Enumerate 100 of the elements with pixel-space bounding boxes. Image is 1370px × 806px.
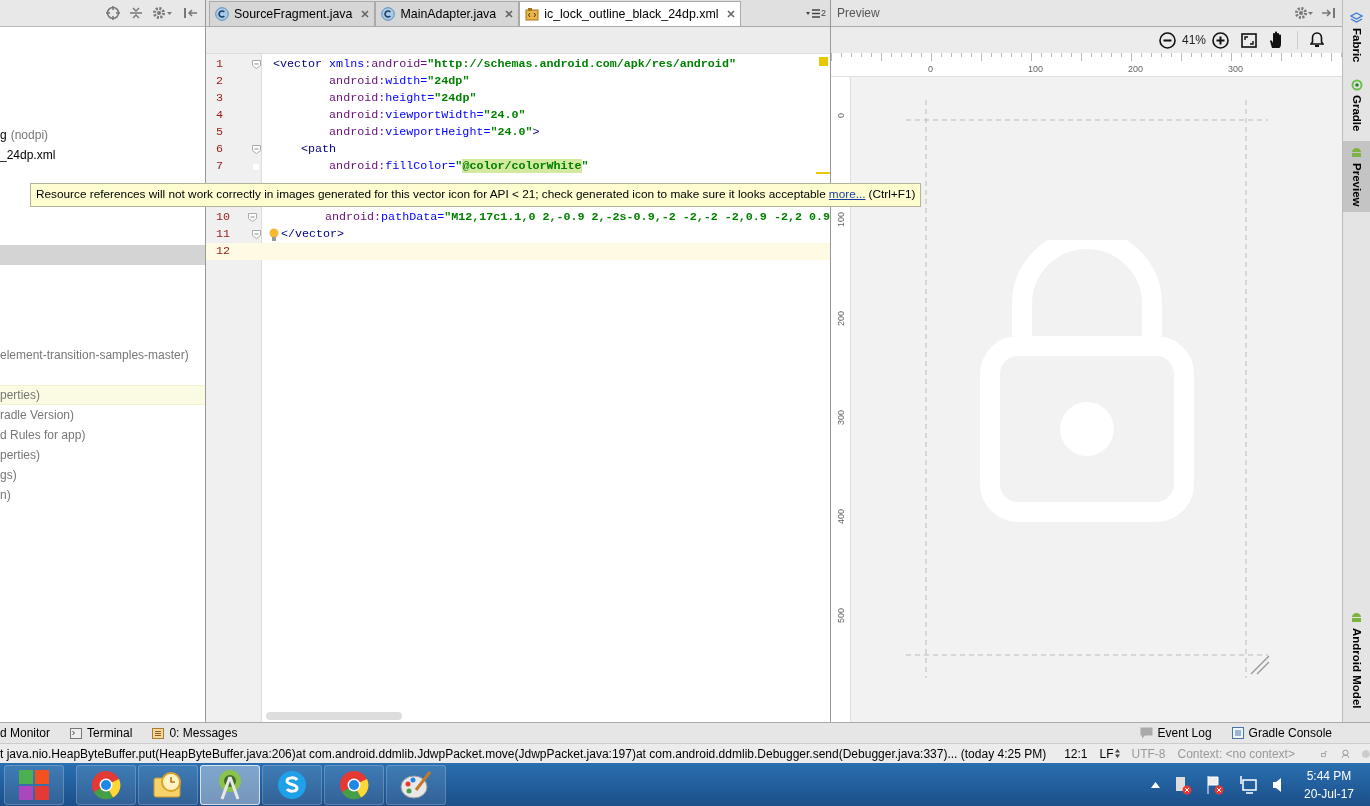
- ruler-label: 0: [835, 113, 847, 118]
- envelope-clock-icon: [152, 769, 184, 800]
- network-icon[interactable]: [1237, 775, 1258, 794]
- fit-screen-icon[interactable]: [1241, 32, 1257, 48]
- status-message: t java.nio.HeapByteBuffer.put(HeapByteBuffer.java:206)at com.android.ddmlib.JdwpPacket.move(JdwpPacket.java:197)at com.android.ddmlib.Debugger.send(Debugger.java:337)... (today 4:25 PM): [0, 745, 1047, 763]
- tab-list-button[interactable]: 2: [806, 1, 830, 26]
- collapse-icon[interactable]: [129, 6, 143, 20]
- ruler-label: 300: [1228, 63, 1244, 76]
- taskbar-button[interactable]: [138, 764, 198, 805]
- tree-row[interactable]: _24dp.xml: [0, 145, 205, 165]
- close-icon[interactable]: [727, 10, 736, 18]
- messages-icon: [152, 727, 165, 739]
- taskbar-button[interactable]: [262, 764, 322, 805]
- code-line: android:pathData="M12,17c1.1,0 2,-0.9 2,-2s-0.9,-2 -2,-2 -2,0.9 -2,2 0.9: [324, 208, 830, 226]
- settings-icon[interactable]: [152, 6, 174, 20]
- side-tab[interactable]: Gradle: [1343, 72, 1370, 137]
- tree-item-detail: d Rules for app): [0, 427, 86, 444]
- bell-icon[interactable]: [1310, 32, 1324, 48]
- taskbar-button[interactable]: [200, 764, 260, 805]
- tree-item[interactable]: g: [0, 126, 7, 144]
- padlock-icon[interactable]: [1320, 748, 1328, 759]
- clock[interactable]: 5:44 PM 20-Jul-17: [1297, 766, 1370, 803]
- zoom-in-icon[interactable]: [1212, 31, 1229, 49]
- scrollbar-thumb[interactable]: [266, 712, 402, 720]
- fold-icon[interactable]: [251, 230, 261, 239]
- ruler-label: 200: [835, 311, 847, 327]
- settings-icon[interactable]: [1294, 6, 1314, 20]
- windows-logo-icon: [18, 768, 50, 801]
- speaker-icon[interactable]: [1271, 776, 1284, 793]
- ruler-label: 400: [835, 509, 847, 525]
- android-icon: [1351, 611, 1362, 624]
- tree-item-detail: perties): [0, 387, 40, 404]
- updown-icon: [1114, 749, 1120, 758]
- editor-tab[interactable]: SourceFragment.java: [209, 1, 376, 26]
- hide-icon[interactable]: [183, 7, 197, 19]
- device-error-icon[interactable]: [1173, 774, 1192, 795]
- resize-handle-icon[interactable]: [1249, 654, 1271, 676]
- tree-row[interactable]: d Rules for app): [0, 425, 205, 445]
- tree-item[interactable]: _24dp.xml: [0, 146, 56, 164]
- fold-icon[interactable]: [248, 213, 258, 222]
- tree-row[interactable]: n): [0, 485, 205, 505]
- ring-icon: [1350, 78, 1363, 91]
- terminal-icon: [70, 727, 83, 739]
- tooltip-text: Resource references will not work correctly in images generated for this vector icon for API < 21; check generated icon to make sure it looks acceptable: [36, 186, 826, 204]
- side-tab[interactable]: Preview: [1343, 140, 1370, 213]
- browser-icon: [91, 769, 121, 800]
- tree-item-detail: perties): [0, 447, 40, 464]
- class-icon: [215, 7, 229, 21]
- more-link[interactable]: more...: [828, 186, 866, 204]
- panel-title: Preview: [837, 5, 880, 22]
- code-line: android:viewportWidth="24.0": [328, 106, 526, 124]
- line-number: 3: [215, 89, 224, 107]
- file-icon: [525, 7, 540, 21]
- zoom-out-icon[interactable]: [1158, 31, 1176, 49]
- tree-row[interactable]: g (nodpi): [0, 125, 205, 145]
- line-number: 10: [215, 208, 232, 226]
- tool-window-tab[interactable]: Event Log: [1131, 723, 1220, 743]
- tool-window-tab[interactable]: 0: Messages: [144, 723, 246, 743]
- code-line: android:fillColor="@color/colorWhite": [328, 157, 589, 175]
- caret-up-icon[interactable]: [1150, 781, 1160, 788]
- line-number: 4: [215, 106, 224, 124]
- side-tab[interactable]: Android Model: [1343, 605, 1370, 714]
- fold-icon[interactable]: [251, 145, 261, 154]
- caret-position[interactable]: 12:1: [1064, 744, 1088, 763]
- taskbar-button[interactable]: [324, 764, 384, 805]
- tool-window-tab[interactable]: d Monitor: [0, 723, 59, 743]
- close-icon[interactable]: [361, 10, 370, 18]
- tool-window-tab[interactable]: Terminal: [62, 723, 141, 743]
- tree-item-detail: gs): [0, 467, 17, 484]
- editor-tab[interactable]: ic_lock_outline_black_24dp.xml: [519, 1, 742, 26]
- close-icon[interactable]: [505, 10, 514, 18]
- tree-row[interactable]: perties): [0, 385, 205, 405]
- flag-error-icon[interactable]: [1205, 774, 1224, 795]
- ruler-label: 300: [835, 410, 847, 426]
- taskbar-button[interactable]: [386, 764, 446, 805]
- tree-row[interactable]: gs): [0, 465, 205, 485]
- console-icon: [1231, 727, 1244, 739]
- line-number: 2: [215, 72, 224, 90]
- taskbar-button[interactable]: [76, 764, 136, 805]
- android-icon: [1351, 146, 1362, 159]
- line-separator-selector[interactable]: LF: [1099, 744, 1120, 763]
- tree-row[interactable]: perties): [0, 445, 205, 465]
- palette-icon: [400, 769, 432, 800]
- fold-icon[interactable]: [251, 60, 261, 69]
- hide-icon[interactable]: [1322, 7, 1336, 19]
- warning-marker[interactable]: [819, 57, 828, 66]
- class-icon: [381, 7, 396, 21]
- tree-row[interactable]: element-transition-samples-master): [0, 345, 205, 365]
- ruler-label: 100: [1028, 63, 1044, 76]
- lightbulb-icon[interactable]: [269, 227, 279, 242]
- list-icon: [806, 9, 820, 18]
- line-number: 6: [215, 140, 224, 158]
- shortcut-hint: (Ctrl+F1): [868, 186, 916, 204]
- locate-icon[interactable]: [106, 6, 120, 20]
- editor-tab[interactable]: MainAdapter.java: [375, 1, 520, 26]
- tool-window-tab[interactable]: Gradle Console: [1223, 723, 1340, 743]
- breakpoint-marker[interactable]: [252, 162, 260, 171]
- tree-row[interactable]: radle Version): [0, 405, 205, 425]
- zoom-level: 41%: [1181, 32, 1206, 49]
- side-tab[interactable]: Fabric: [1343, 6, 1370, 69]
